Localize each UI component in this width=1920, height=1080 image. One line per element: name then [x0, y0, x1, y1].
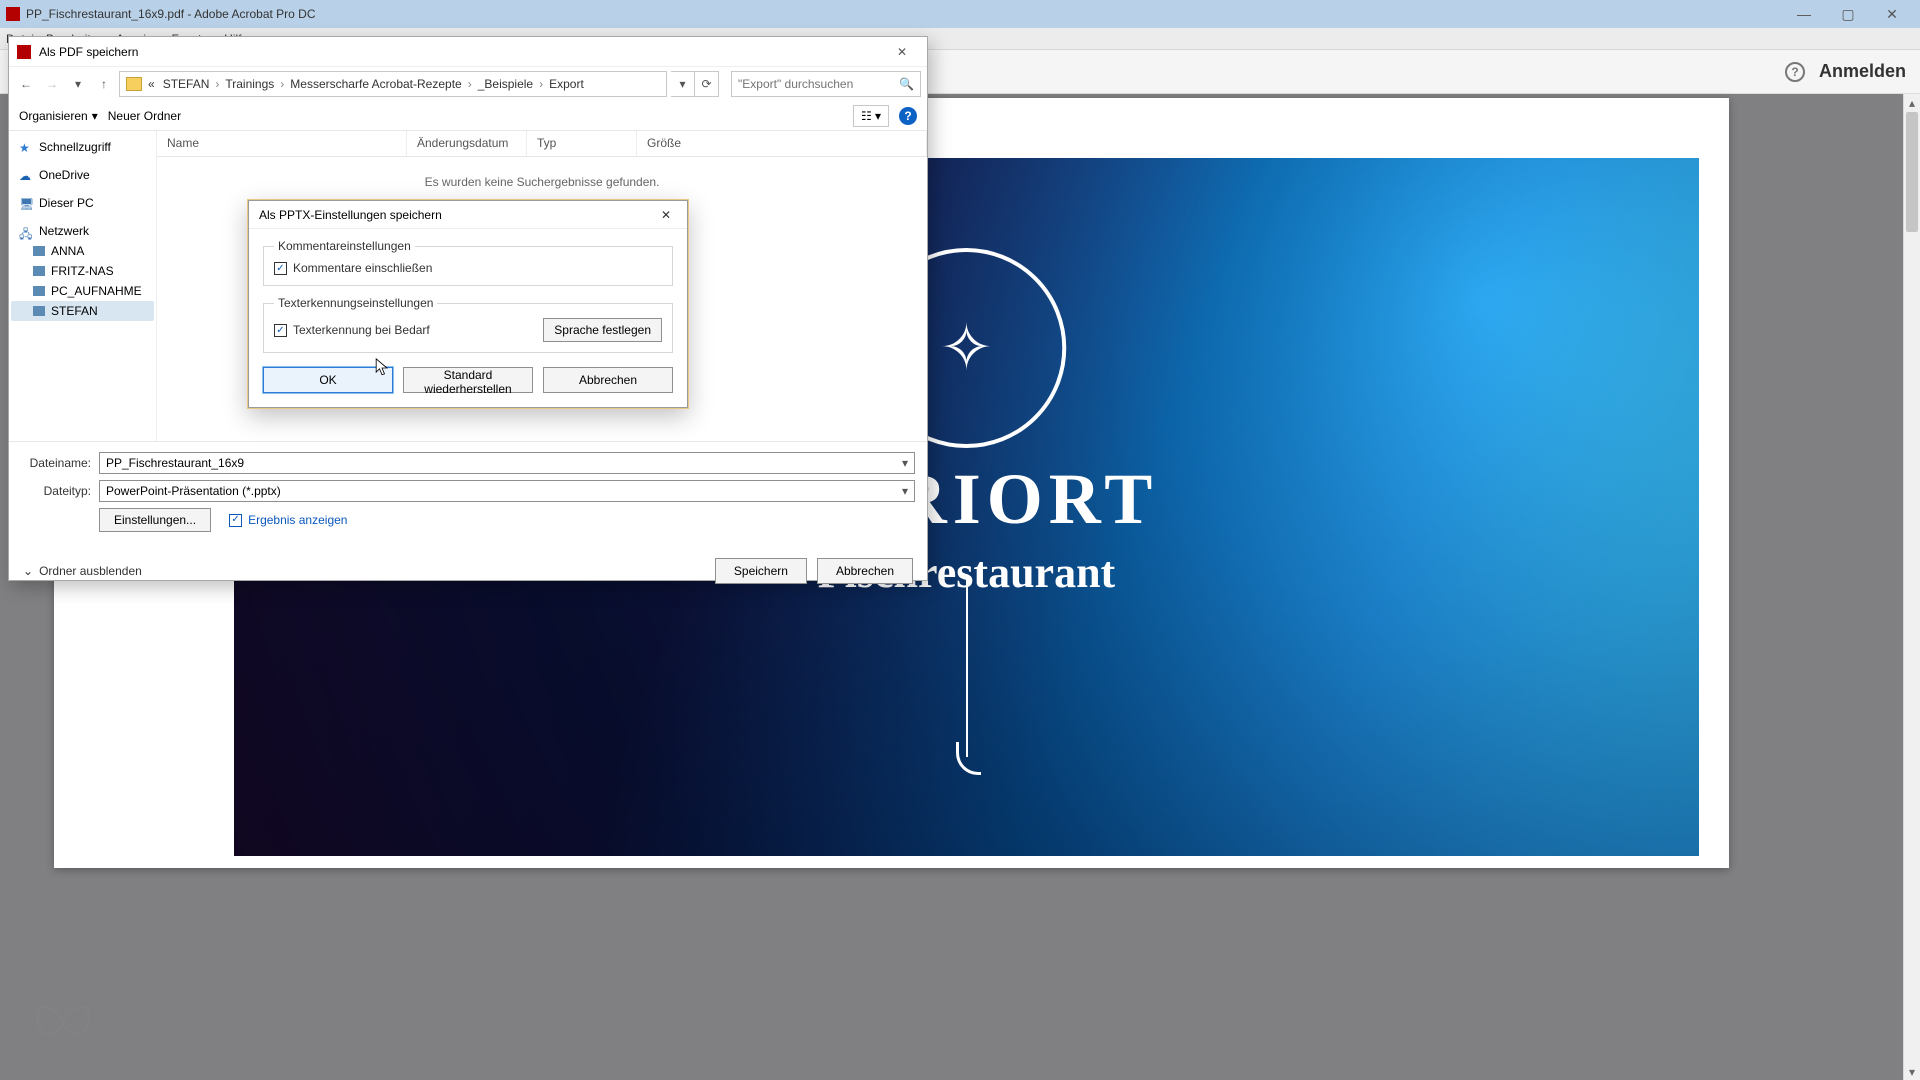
minimize-button[interactable]: — [1782, 0, 1826, 28]
folder-icon [126, 77, 142, 91]
tree-network[interactable]: 🖧Netzwerk [11, 221, 154, 241]
crumb-4[interactable]: Export [547, 77, 586, 91]
pptx-cancel-button[interactable]: Abbrechen [543, 367, 673, 393]
crumb-0[interactable]: STEFAN [161, 77, 212, 91]
save-dialog-close-button[interactable]: ✕ [885, 40, 919, 64]
filename-dropdown-icon[interactable]: ▾ [902, 456, 908, 470]
nav-forward-button[interactable]: → [41, 73, 63, 95]
col-size[interactable]: Größe [637, 131, 927, 156]
app-title-bar: PP_Fischrestaurant_16x9.pdf - Adobe Acro… [0, 0, 1920, 28]
login-link[interactable]: Anmelden [1819, 61, 1906, 82]
tree-thispc-label: Dieser PC [39, 196, 94, 210]
tree-node-0[interactable]: ANNA [11, 241, 154, 261]
nav-recent-button[interactable]: ▾ [67, 73, 89, 95]
filename-label: Dateiname: [21, 456, 91, 470]
help-icon[interactable]: ? [1785, 62, 1805, 82]
tree-quickaccess[interactable]: ★Schnellzugriff [11, 137, 154, 157]
ocr-on-demand-label: Texterkennung bei Bedarf [293, 323, 430, 337]
nav-up-button[interactable]: ↑ [93, 73, 115, 95]
pptx-settings-dialog: Als PPTX-Einstellungen speichern ✕ Komme… [248, 200, 688, 408]
ocr-on-demand-checkbox[interactable]: Texterkennung bei Bedarf [274, 323, 430, 337]
search-box[interactable]: 🔍 [731, 71, 921, 97]
breadcrumb-path[interactable]: « STEFAN› Trainings› Messerscharfe Acrob… [119, 71, 667, 97]
tree-quickaccess-label: Schnellzugriff [39, 140, 111, 154]
set-language-button[interactable]: Sprache festlegen [543, 318, 662, 342]
butterfly-watermark-icon [28, 986, 98, 1056]
restore-defaults-button[interactable]: Standard wiederherstellen [403, 367, 533, 393]
crumb-1[interactable]: Trainings [223, 77, 276, 91]
tree-node-2[interactable]: PC_AUFNAHME [11, 281, 154, 301]
filename-field[interactable]: ▾ [99, 452, 915, 474]
scroll-down-icon[interactable]: ▾ [1904, 1063, 1920, 1080]
checkbox-icon [229, 514, 242, 527]
new-folder-button[interactable]: Neuer Ordner [108, 109, 181, 123]
ok-button[interactable]: OK [263, 367, 393, 393]
filetype-field[interactable]: PowerPoint-Präsentation (*.pptx) ▾ [99, 480, 915, 502]
tree-thispc[interactable]: 🖥Dieser PC [11, 193, 154, 213]
fishhook-icon [966, 577, 968, 757]
search-input[interactable] [738, 77, 899, 91]
crumb-3[interactable]: _Beispiele [476, 77, 535, 91]
view-mode-button[interactable]: ☷ ▾ [853, 105, 889, 127]
maximize-button[interactable]: ▢ [1826, 0, 1870, 28]
scroll-thumb[interactable] [1906, 112, 1918, 232]
window-title: PP_Fischrestaurant_16x9.pdf - Adobe Acro… [26, 7, 1782, 21]
organize-label: Organisieren [19, 109, 88, 123]
nav-tree: ★Schnellzugriff ☁OneDrive 🖥Dieser PC 🖧Ne… [9, 131, 157, 441]
include-comments-label: Kommentare einschließen [293, 261, 432, 275]
filename-input[interactable] [106, 456, 902, 470]
checkbox-icon [274, 262, 287, 275]
chevron-down-icon: ⌄ [23, 564, 33, 578]
crumb-2[interactable]: Messerscharfe Acrobat-Rezepte [288, 77, 463, 91]
acrobat-logo-icon [6, 7, 20, 21]
cancel-button[interactable]: Abbrechen [817, 558, 913, 584]
col-name[interactable]: Name [157, 131, 407, 156]
tree-network-label: Netzwerk [39, 224, 89, 238]
tree-node-0-label: ANNA [51, 244, 84, 258]
organize-menu[interactable]: Organisieren▾ [19, 109, 98, 123]
tree-onedrive[interactable]: ☁OneDrive [11, 165, 154, 185]
col-modified[interactable]: Änderungsdatum [407, 131, 527, 156]
hide-folders-label: Ordner ausblenden [39, 564, 142, 578]
dialog-help-icon[interactable]: ? [899, 107, 917, 125]
breadcrumb-prefix: « [146, 77, 157, 91]
tree-onedrive-label: OneDrive [39, 168, 90, 182]
save-button[interactable]: Speichern [715, 558, 807, 584]
tree-node-1-label: FRITZ-NAS [51, 264, 114, 278]
tree-node-2-label: PC_AUFNAHME [51, 284, 142, 298]
filetype-value: PowerPoint-Präsentation (*.pptx) [106, 484, 281, 498]
show-result-checkbox[interactable]: Ergebnis anzeigen [229, 513, 347, 527]
include-comments-checkbox[interactable]: Kommentare einschließen [274, 261, 432, 275]
scroll-up-icon[interactable]: ▴ [1904, 94, 1920, 111]
comment-settings-legend: Kommentareinstellungen [274, 239, 415, 253]
filetype-label: Dateityp: [21, 484, 91, 498]
show-result-label: Ergebnis anzeigen [248, 513, 347, 527]
filetype-dropdown-icon[interactable]: ▾ [902, 484, 908, 498]
pptx-dialog-title: Als PPTX-Einstellungen speichern [259, 208, 442, 222]
tree-node-3-label: STEFAN [51, 304, 98, 318]
tree-node-1[interactable]: FRITZ-NAS [11, 261, 154, 281]
tree-node-3[interactable]: STEFAN [11, 301, 154, 321]
ocr-settings-group: Texterkennungseinstellungen Texterkennun… [263, 296, 673, 353]
close-button[interactable]: ✕ [1870, 0, 1914, 28]
acrobat-small-icon [17, 45, 31, 59]
search-icon[interactable]: 🔍 [899, 77, 914, 91]
hide-folders-toggle[interactable]: ⌄ Ordner ausblenden [23, 564, 142, 578]
save-dialog-title: Als PDF speichern [39, 45, 885, 59]
ocr-settings-legend: Texterkennungseinstellungen [274, 296, 437, 310]
col-type[interactable]: Typ [527, 131, 637, 156]
path-refresh-button[interactable]: ⟳ [695, 71, 719, 97]
pptx-dialog-close-button[interactable]: ✕ [655, 204, 677, 226]
vertical-scrollbar[interactable]: ▴ ▾ [1903, 94, 1920, 1080]
settings-button[interactable]: Einstellungen... [99, 508, 211, 532]
nav-back-button[interactable]: ← [15, 73, 37, 95]
checkbox-icon [274, 324, 287, 337]
comment-settings-group: Kommentareinstellungen Kommentare einsch… [263, 239, 673, 286]
path-dropdown-button[interactable]: ▾ [671, 71, 695, 97]
